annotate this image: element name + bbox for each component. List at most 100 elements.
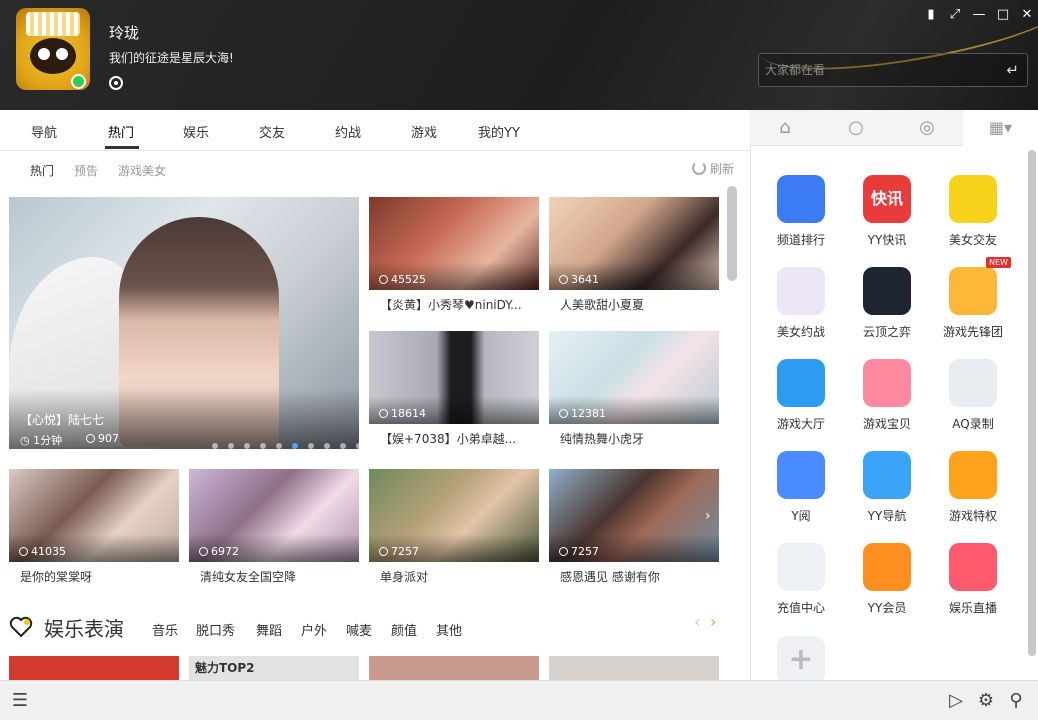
section-thumbnail[interactable]: [9, 656, 179, 680]
category-mc[interactable]: 喊麦: [346, 620, 372, 639]
card-viewer-count: 3641: [571, 273, 599, 286]
tab-social[interactable]: 交友: [259, 122, 285, 141]
category-music[interactable]: 音乐: [152, 620, 178, 639]
app-9[interactable]: Y阅: [761, 451, 841, 524]
card-title[interactable]: 【娱+7038】小弟卓越...: [380, 430, 550, 447]
app-label: AQ录制: [952, 417, 994, 431]
menu-icon[interactable]: ☰: [10, 691, 30, 711]
settings-icon[interactable]: ⚙: [976, 691, 996, 711]
card-title[interactable]: 【炎黄】小秀琴♥niniDY...: [380, 296, 550, 313]
card-title[interactable]: 清纯女友全国空降: [200, 568, 370, 585]
tab-battle[interactable]: 约战: [335, 122, 361, 141]
minimize-icon[interactable]: —: [970, 6, 988, 24]
carousel-dot[interactable]: [292, 443, 298, 449]
enter-icon[interactable]: ↵: [1006, 61, 1019, 79]
maximize-icon[interactable]: □: [994, 6, 1012, 24]
card-title[interactable]: 人美歌甜小夏夏: [560, 296, 730, 313]
tab-navigation[interactable]: 导航: [31, 122, 57, 141]
carousel-dot[interactable]: [356, 443, 362, 449]
tab-games[interactable]: 游戏: [411, 122, 437, 141]
close-icon[interactable]: ✕: [1018, 6, 1036, 24]
stream-card[interactable]: 18614: [369, 331, 539, 424]
app-label: Y阅: [791, 509, 811, 523]
user-motto[interactable]: 我们的征途是星辰大海!: [109, 49, 234, 66]
apps-grid-icon[interactable]: ▦▾: [963, 110, 1038, 146]
app-label: 娱乐直播: [948, 601, 997, 615]
card-viewers: 3641: [559, 273, 599, 286]
add-app-button[interactable]: +: [761, 636, 841, 684]
subtab-game-girls[interactable]: 游戏美女: [118, 162, 166, 179]
carousel-dot[interactable]: [276, 443, 282, 449]
app-1[interactable]: 快讯 YY快讯: [847, 175, 927, 248]
stream-card[interactable]: 7257: [369, 469, 539, 562]
online-status-dot: [71, 74, 86, 89]
skin-icon[interactable]: ▮: [922, 6, 940, 24]
carousel-dot[interactable]: [340, 443, 346, 449]
section-thumbnail[interactable]: [369, 656, 539, 680]
category-outdoor[interactable]: 户外: [301, 620, 327, 639]
card-title[interactable]: 是你的棠棠呀: [20, 568, 190, 585]
carousel-dot[interactable]: [324, 443, 330, 449]
group-icon[interactable]: ◎: [916, 117, 938, 139]
carousel-dot[interactable]: [212, 443, 218, 449]
next-page-icon[interactable]: ›: [705, 508, 711, 524]
app-10[interactable]: YY导航: [847, 451, 927, 524]
feature-title[interactable]: 【心悦】陆七七: [20, 411, 104, 428]
card-title[interactable]: 感恩遇见 感谢有你: [560, 568, 730, 585]
refresh-label: 刷新: [710, 162, 735, 176]
app-3[interactable]: 美女约战: [761, 267, 841, 340]
app-0[interactable]: 频道排行: [761, 175, 841, 248]
stream-card[interactable]: 12381: [549, 331, 719, 424]
app-7[interactable]: 游戏宝贝: [847, 359, 927, 432]
app-label: 游戏大厅: [776, 417, 825, 431]
subtab-preview[interactable]: 预告: [74, 162, 98, 179]
carousel-dot[interactable]: [244, 443, 250, 449]
stream-card[interactable]: 45525: [369, 197, 539, 290]
search-icon[interactable]: ⚲: [1006, 691, 1026, 711]
app-14[interactable]: 娱乐直播: [933, 543, 1013, 616]
main-scrollbar[interactable]: [727, 186, 737, 281]
section-thumbnail[interactable]: [549, 656, 719, 680]
app-label: YY快讯: [867, 233, 907, 247]
app-2[interactable]: 美女交友: [933, 175, 1013, 248]
subtab-hot[interactable]: 热门: [30, 162, 54, 179]
prev-arrow-icon[interactable]: ‹: [694, 612, 700, 631]
contact-icon[interactable]: ○: [845, 117, 867, 139]
tab-my-yy[interactable]: 我的YY: [478, 122, 520, 141]
category-dance[interactable]: 舞蹈: [256, 620, 282, 639]
app-label: 美女约战: [776, 325, 825, 339]
visibility-icon[interactable]: [109, 76, 123, 90]
app-8[interactable]: AQ录制: [933, 359, 1013, 432]
carousel-dot[interactable]: [260, 443, 266, 449]
app-6[interactable]: 游戏大厅: [761, 359, 841, 432]
tab-entertainment[interactable]: 娱乐: [183, 122, 209, 141]
category-talkshow[interactable]: 脱口秀: [196, 620, 235, 639]
section-thumbnail[interactable]: 魅力TOP2: [189, 656, 359, 680]
app-12[interactable]: 充值中心: [761, 543, 841, 616]
app-11[interactable]: 游戏特权: [933, 451, 1013, 524]
stream-card[interactable]: 41035: [9, 469, 179, 562]
card-title[interactable]: 单身派对: [380, 568, 550, 585]
category-other[interactable]: 其他: [436, 620, 462, 639]
search-input[interactable]: [765, 60, 995, 80]
video-icon[interactable]: ▷: [946, 691, 966, 711]
search-box[interactable]: ↵: [758, 53, 1028, 87]
stream-card[interactable]: 6972: [189, 469, 359, 562]
stream-card[interactable]: 7257: [549, 469, 719, 562]
app-5[interactable]: 游戏先锋团: [933, 267, 1013, 340]
app-label: 云顶之弈: [862, 325, 911, 339]
next-arrow-icon[interactable]: ›: [710, 612, 716, 631]
tab-hot[interactable]: 热门: [108, 122, 134, 141]
carousel-dot[interactable]: [308, 443, 314, 449]
username[interactable]: 玲珑: [109, 22, 139, 43]
mini-icon[interactable]: ⤢: [946, 6, 964, 24]
right-scrollbar[interactable]: [1028, 150, 1036, 656]
refresh-button[interactable]: 刷新: [692, 160, 734, 177]
category-looks[interactable]: 颜值: [391, 620, 417, 639]
app-4[interactable]: 云顶之弈: [847, 267, 927, 340]
stream-card[interactable]: 3641: [549, 197, 719, 290]
home-icon[interactable]: ⌂: [774, 117, 796, 139]
card-title[interactable]: 纯情热舞小虎牙: [560, 430, 730, 447]
carousel-dot[interactable]: [228, 443, 234, 449]
app-13[interactable]: YY会员: [847, 543, 927, 616]
